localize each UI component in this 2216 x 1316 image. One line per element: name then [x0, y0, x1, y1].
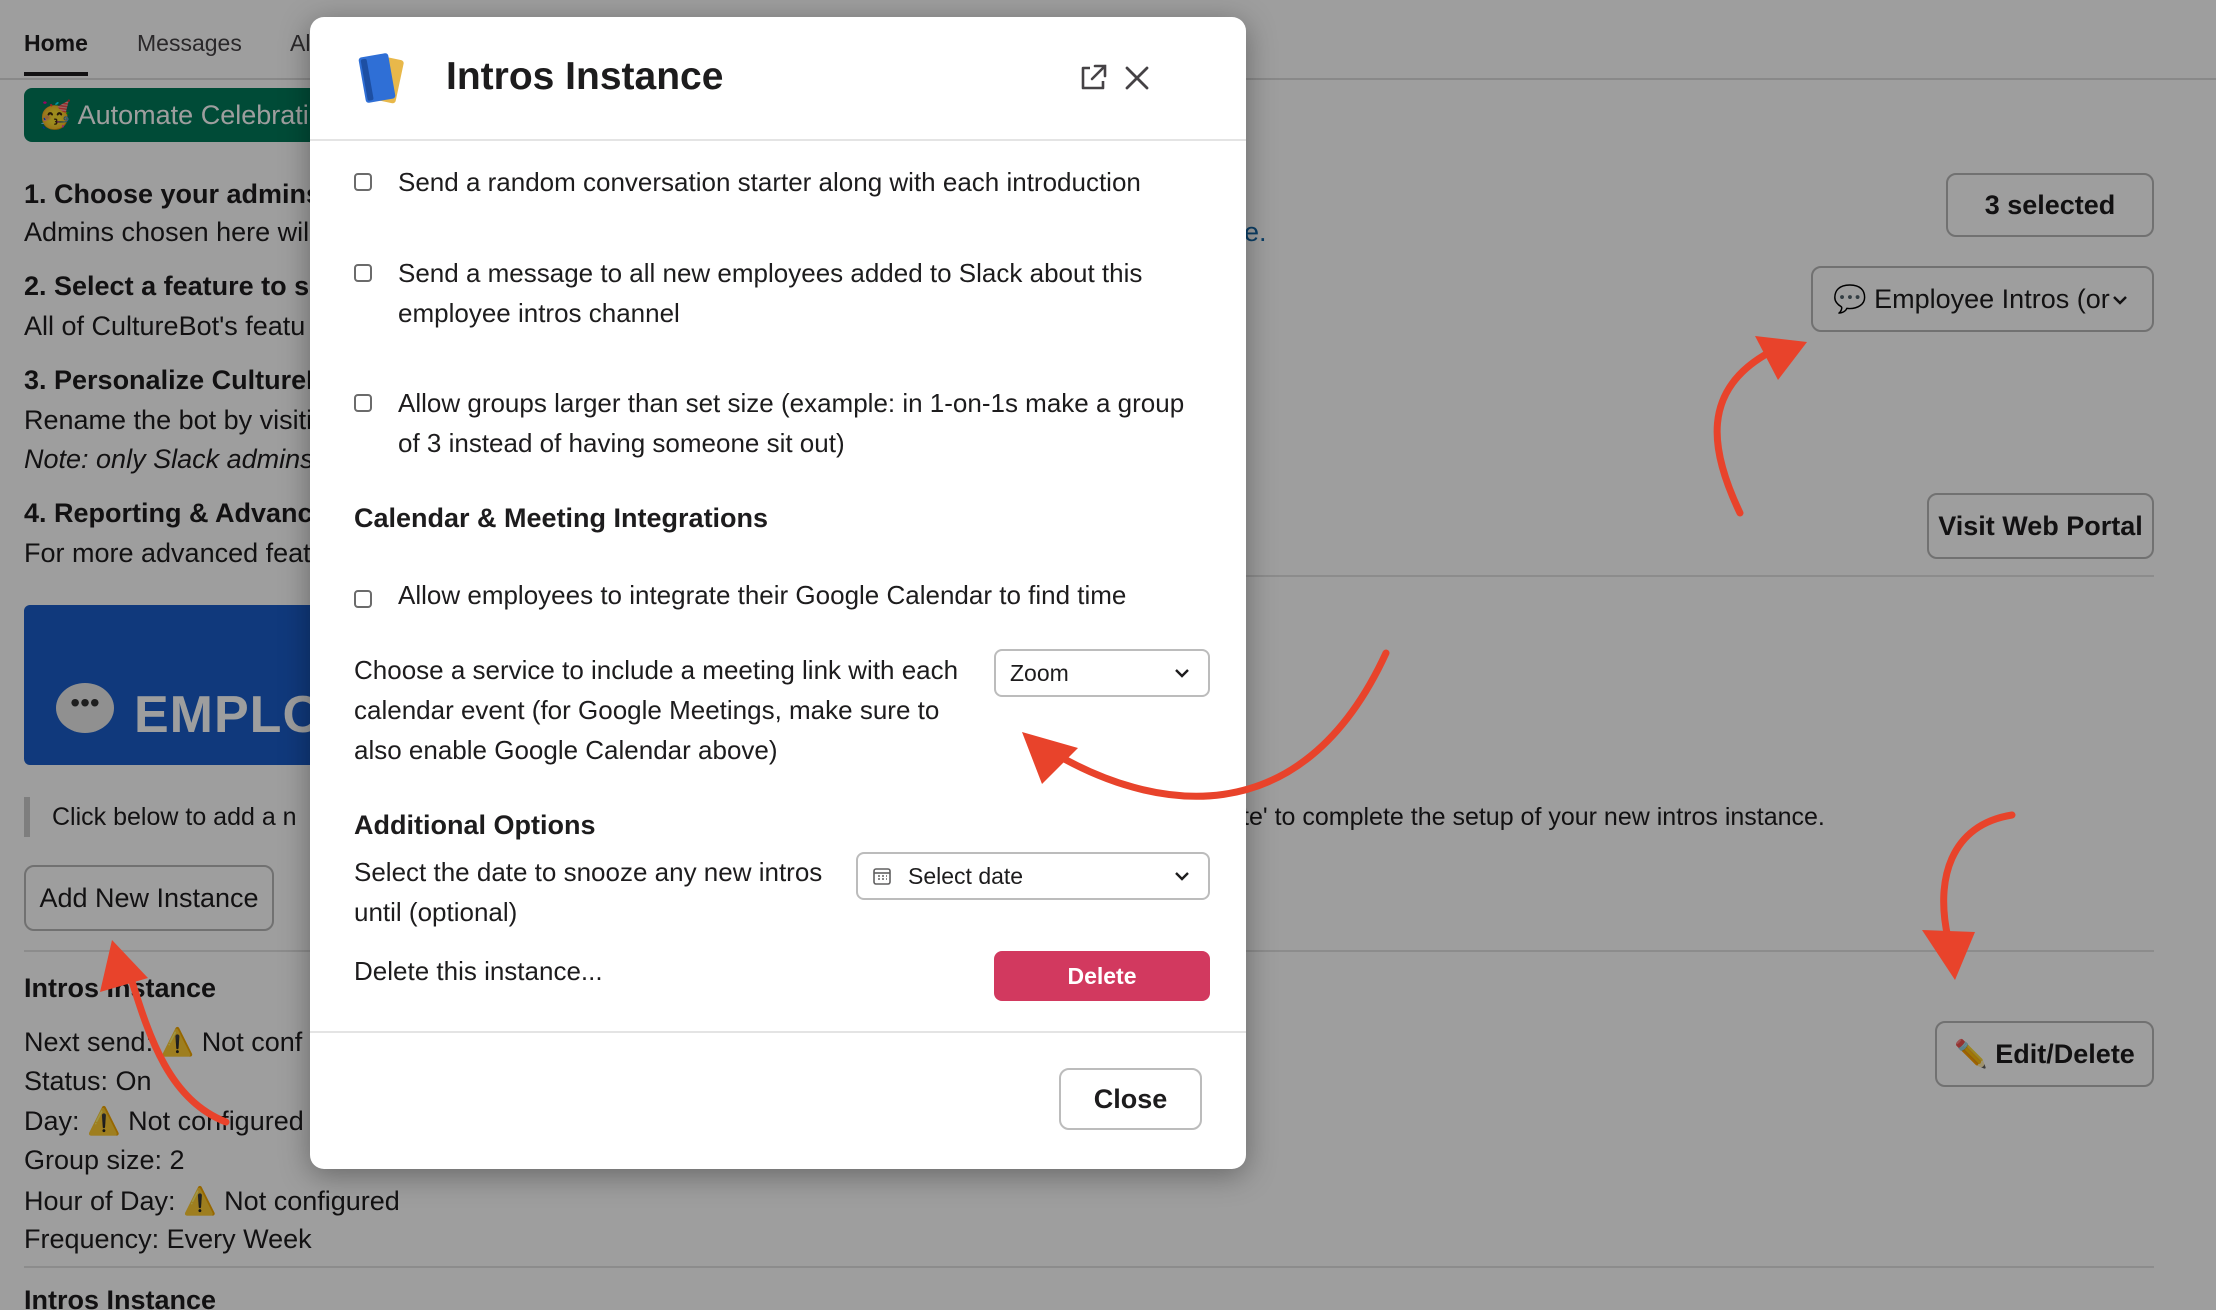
- arrow-to-feature-select: [1713, 348, 1774, 517]
- arrow-to-zoom-select: [1048, 649, 1390, 800]
- arrow-to-add-instance: [126, 971, 230, 1126]
- arrow-to-edit-delete: [1940, 811, 2016, 942]
- arrow-head: [100, 940, 148, 992]
- annotation-arrows: [100, 336, 2016, 1126]
- arrow-head: [1922, 930, 1975, 980]
